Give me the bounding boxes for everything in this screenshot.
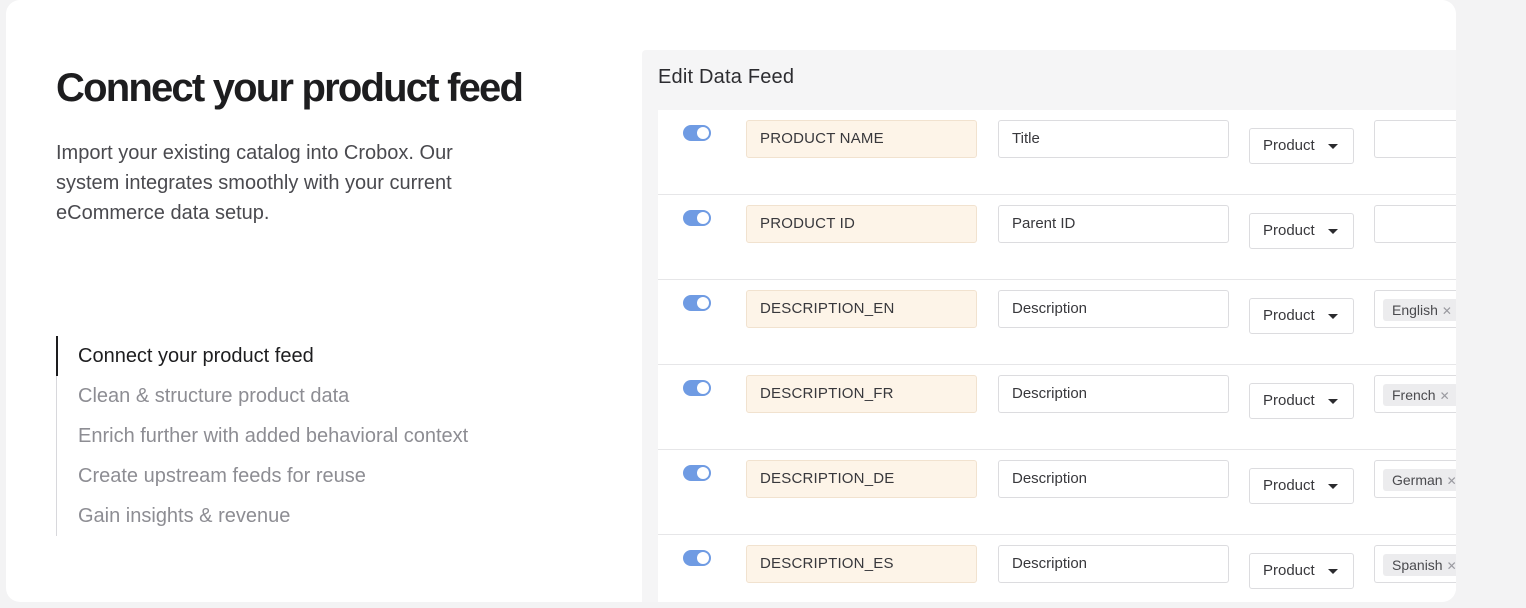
caret-down-icon <box>1328 144 1338 149</box>
feed-rows: PRODUCT NAME Title Product PRODUCT ID Pa… <box>658 110 1456 602</box>
language-input[interactable] <box>1374 120 1456 158</box>
mapping-input[interactable]: Description <box>998 545 1229 583</box>
page-title: Connect your product feed <box>56 66 524 110</box>
source-field: DESCRIPTION_EN <box>746 290 977 328</box>
language-input[interactable] <box>1374 205 1456 243</box>
language-tag: German ✕ <box>1383 469 1456 491</box>
mapping-input[interactable]: Parent ID <box>998 205 1229 243</box>
close-icon[interactable]: ✕ <box>1442 304 1452 318</box>
source-field: DESCRIPTION_FR <box>746 375 977 413</box>
step-label: Clean & structure product data <box>78 385 350 407</box>
language-tag: French ✕ <box>1383 384 1456 406</box>
edit-data-feed-panel: Edit Data Feed PRODUCT NAME Title Produc… <box>642 50 1456 602</box>
language-tag-label: German <box>1392 472 1443 488</box>
mapping-input[interactable]: Description <box>998 460 1229 498</box>
caret-down-icon <box>1328 569 1338 574</box>
step-enrich[interactable]: Enrich further with added behavioral con… <box>57 416 556 456</box>
language-tag-label: Spanish <box>1392 557 1443 573</box>
mapping-input[interactable]: Description <box>998 290 1229 328</box>
feed-row: PRODUCT NAME Title Product <box>658 110 1456 195</box>
type-select-value: Product <box>1263 477 1315 494</box>
language-input[interactable]: Spanish ✕ <box>1374 545 1456 583</box>
steps-nav: Connect your product feed Clean & struct… <box>56 336 556 536</box>
language-tag: English ✕ <box>1383 299 1456 321</box>
enable-toggle[interactable] <box>683 210 711 226</box>
caret-down-icon <box>1328 314 1338 319</box>
step-upstream-feeds[interactable]: Create upstream feeds for reuse <box>57 456 556 496</box>
caret-down-icon <box>1328 399 1338 404</box>
close-icon[interactable]: ✕ <box>1440 389 1450 403</box>
source-field: PRODUCT ID <box>746 205 977 243</box>
type-select[interactable]: Product <box>1249 468 1354 504</box>
mapping-input[interactable]: Description <box>998 375 1229 413</box>
type-select[interactable]: Product <box>1249 298 1354 334</box>
type-select-value: Product <box>1263 137 1315 154</box>
language-input[interactable]: German ✕ <box>1374 460 1456 498</box>
caret-down-icon <box>1328 229 1338 234</box>
enable-toggle[interactable] <box>683 550 711 566</box>
type-select-value: Product <box>1263 562 1315 579</box>
mapping-input[interactable]: Title <box>998 120 1229 158</box>
language-tag-label: English <box>1392 302 1438 318</box>
source-field: DESCRIPTION_DE <box>746 460 977 498</box>
feed-row: DESCRIPTION_ES Description Product Spani… <box>658 535 1456 602</box>
type-select-value: Product <box>1263 222 1315 239</box>
source-field: DESCRIPTION_ES <box>746 545 977 583</box>
type-select-value: Product <box>1263 392 1315 409</box>
step-label: Enrich further with added behavioral con… <box>78 425 469 447</box>
intro-description: Import your existing catalog into Crobox… <box>56 142 453 224</box>
feed-row: DESCRIPTION_FR Description Product Frenc… <box>658 365 1456 450</box>
type-select-value: Product <box>1263 307 1315 324</box>
step-label: Gain insights & revenue <box>78 505 291 527</box>
source-field: PRODUCT NAME <box>746 120 977 158</box>
step-insights[interactable]: Gain insights & revenue <box>57 496 556 536</box>
step-label: Connect your product feed <box>78 345 314 367</box>
enable-toggle[interactable] <box>683 380 711 396</box>
language-input[interactable]: French ✕ <box>1374 375 1456 413</box>
enable-toggle[interactable] <box>683 465 711 481</box>
type-select[interactable]: Product <box>1249 383 1354 419</box>
feed-row: DESCRIPTION_DE Description Product Germa… <box>658 450 1456 535</box>
feed-row: PRODUCT ID Parent ID Product <box>658 195 1456 280</box>
feature-card: Connect your product feed Import your ex… <box>6 0 1456 602</box>
enable-toggle[interactable] <box>683 125 711 141</box>
language-tag: Spanish ✕ <box>1383 554 1456 576</box>
close-icon[interactable]: ✕ <box>1447 474 1456 488</box>
enable-toggle[interactable] <box>683 295 711 311</box>
panel-title: Edit Data Feed <box>658 66 795 88</box>
caret-down-icon <box>1328 484 1338 489</box>
step-clean-structure[interactable]: Clean & structure product data <box>57 376 556 416</box>
language-tag-label: French <box>1392 387 1436 403</box>
type-select[interactable]: Product <box>1249 213 1354 249</box>
step-label: Create upstream feeds for reuse <box>78 465 366 487</box>
type-select[interactable]: Product <box>1249 128 1354 164</box>
language-input[interactable]: English ✕ <box>1374 290 1456 328</box>
type-select[interactable]: Product <box>1249 553 1354 589</box>
feed-row: DESCRIPTION_EN Description Product Engli… <box>658 280 1456 365</box>
close-icon[interactable]: ✕ <box>1447 559 1456 573</box>
step-connect-feed[interactable]: Connect your product feed <box>56 336 556 376</box>
